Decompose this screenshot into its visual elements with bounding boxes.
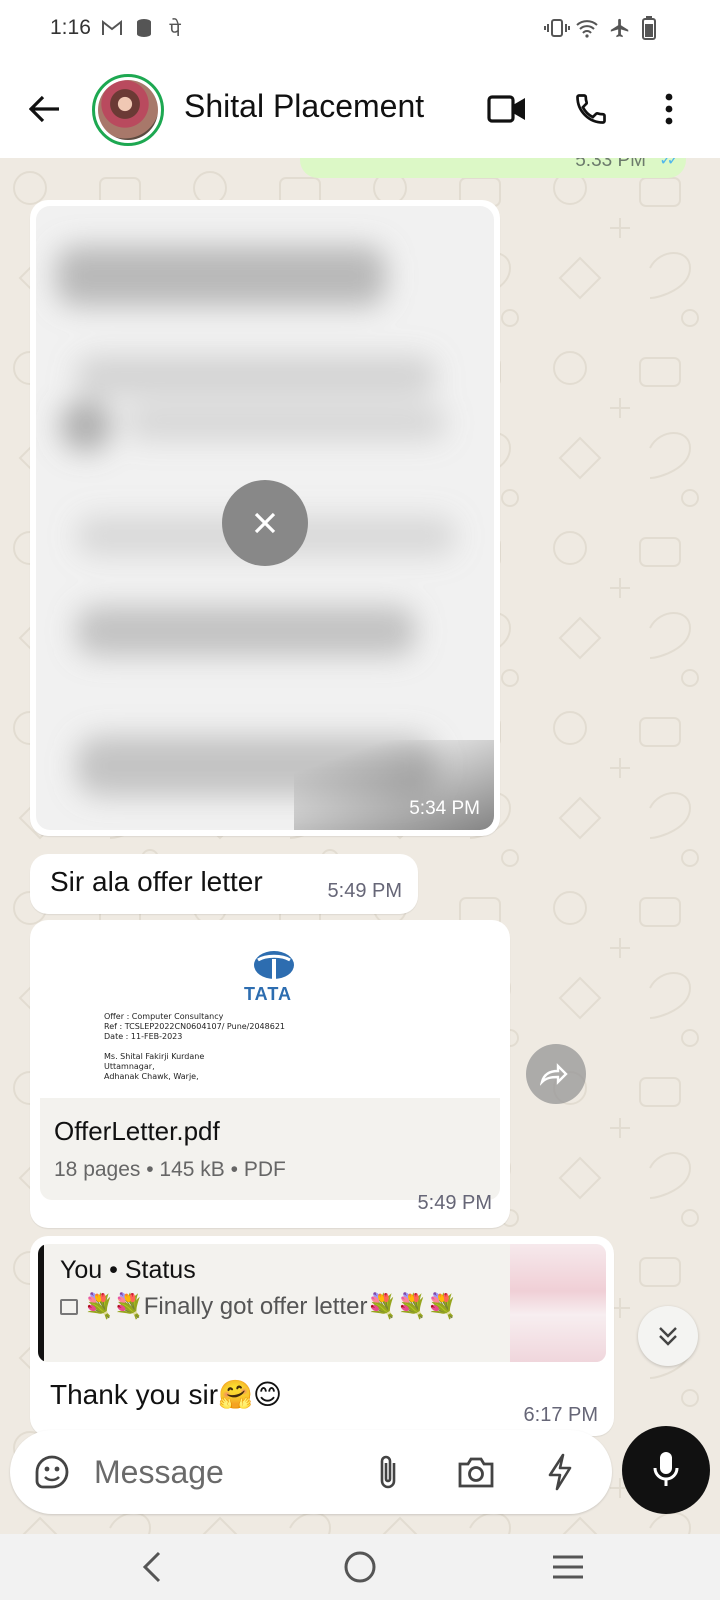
attach-icon[interactable] xyxy=(366,1450,410,1494)
message-time: 6:17 PM xyxy=(523,1404,598,1426)
document-info[interactable]: OfferLetter.pdf 18 pages • 145 kB • PDF xyxy=(40,1098,500,1200)
status-bar: 1:16 पे xyxy=(0,0,720,60)
photo-icon xyxy=(60,1299,78,1315)
lightning-icon[interactable] xyxy=(538,1450,582,1494)
message-composer xyxy=(10,1430,612,1514)
phonepe-icon: पे xyxy=(169,18,181,41)
nav-back-icon[interactable] xyxy=(122,1544,182,1590)
document-preview-line: Date : 11-FEB-2023 xyxy=(104,1032,183,1041)
forward-icon xyxy=(540,1063,568,1086)
message-text: Sir ala offer letter xyxy=(50,866,263,897)
vibrate-icon xyxy=(544,16,570,40)
document-meta: 18 pages • 145 kB • PDF xyxy=(54,1158,286,1181)
quote-author: You • Status xyxy=(60,1256,196,1284)
sticker-icon[interactable] xyxy=(30,1450,74,1494)
blurred-image[interactable]: 5:34 PM xyxy=(36,206,494,830)
microphone-icon xyxy=(653,1452,679,1486)
document-preview-line: Ref : TCSLEP2022CN0604107/ Pune/2048621 xyxy=(104,1022,286,1031)
image-message-bubble[interactable]: 5:34 PM xyxy=(30,200,500,836)
message-time: 5:34 PM xyxy=(409,798,480,819)
read-receipt-icon: ✓✓ xyxy=(659,158,680,169)
nav-recents-icon[interactable] xyxy=(538,1544,598,1590)
forward-button[interactable] xyxy=(526,1044,586,1104)
airplane-mode-icon xyxy=(608,16,632,40)
document-preview[interactable]: TATA Offer : Computer Consultancy Ref : … xyxy=(40,930,500,1098)
more-options-icon[interactable] xyxy=(644,84,694,134)
message-text: Thank you sir🤗😊 xyxy=(50,1379,283,1410)
camera-icon[interactable] xyxy=(454,1450,498,1494)
system-navigation-bar xyxy=(0,1534,720,1600)
message-time: 5:49 PM xyxy=(417,1192,492,1214)
message-time: 5:33 PM xyxy=(575,158,646,171)
document-preview-line: Adhanak Chawk, Warje, xyxy=(104,1072,199,1081)
message-time: 5:49 PM xyxy=(327,880,402,902)
status-thumbnail xyxy=(510,1244,606,1362)
status-time: 1:16 xyxy=(50,16,91,39)
back-arrow-icon[interactable] xyxy=(20,84,70,134)
quote-text: 💐💐Finally got offer letter💐💐💐 xyxy=(84,1293,458,1320)
document-file-name: OfferLetter.pdf xyxy=(54,1116,220,1146)
avatar[interactable] xyxy=(92,74,164,146)
quoted-status[interactable]: You • Status 💐💐Finally got offer letter💐… xyxy=(38,1244,606,1362)
wifi-icon xyxy=(574,16,600,40)
double-chevron-down-icon xyxy=(659,1327,677,1346)
document-preview-line: Ms. Shital Fakirji Kurdane xyxy=(104,1052,205,1061)
chat-header: Shital Placement xyxy=(0,60,720,158)
voice-call-icon[interactable] xyxy=(566,84,616,134)
document-preview-line: Uttamnagar, xyxy=(104,1062,155,1071)
video-call-icon[interactable] xyxy=(482,84,532,134)
message-input[interactable] xyxy=(94,1444,354,1500)
text-message-bubble[interactable]: Sir ala offer letter 5:49 PM xyxy=(30,854,418,914)
cancel-download-button[interactable] xyxy=(222,480,308,566)
tata-logo-icon xyxy=(254,951,294,979)
outgoing-message-bubble[interactable]: 5:33 PM ✓✓ xyxy=(300,158,686,178)
gmail-icon xyxy=(100,16,124,40)
nav-home-icon[interactable] xyxy=(330,1544,390,1590)
close-icon xyxy=(254,512,276,534)
document-message-bubble[interactable]: TATA Offer : Computer Consultancy Ref : … xyxy=(30,920,510,1228)
scroll-to-bottom-button[interactable] xyxy=(638,1306,698,1366)
battery-icon xyxy=(640,16,658,40)
document-preview-line: Offer : Computer Consultancy xyxy=(104,1012,224,1021)
chat-area[interactable]: 5:33 PM ✓✓ 5:34 PM Sir ala offer letter … xyxy=(0,158,720,1534)
quote-text-row: 💐💐Finally got offer letter💐💐💐 xyxy=(60,1292,490,1322)
database-icon xyxy=(134,16,154,40)
voice-message-button[interactable] xyxy=(622,1426,710,1514)
contact-name[interactable]: Shital Placement xyxy=(184,88,424,125)
reply-message-bubble[interactable]: You • Status 💐💐Finally got offer letter💐… xyxy=(30,1236,614,1436)
document-brand: TATA xyxy=(244,984,292,1004)
